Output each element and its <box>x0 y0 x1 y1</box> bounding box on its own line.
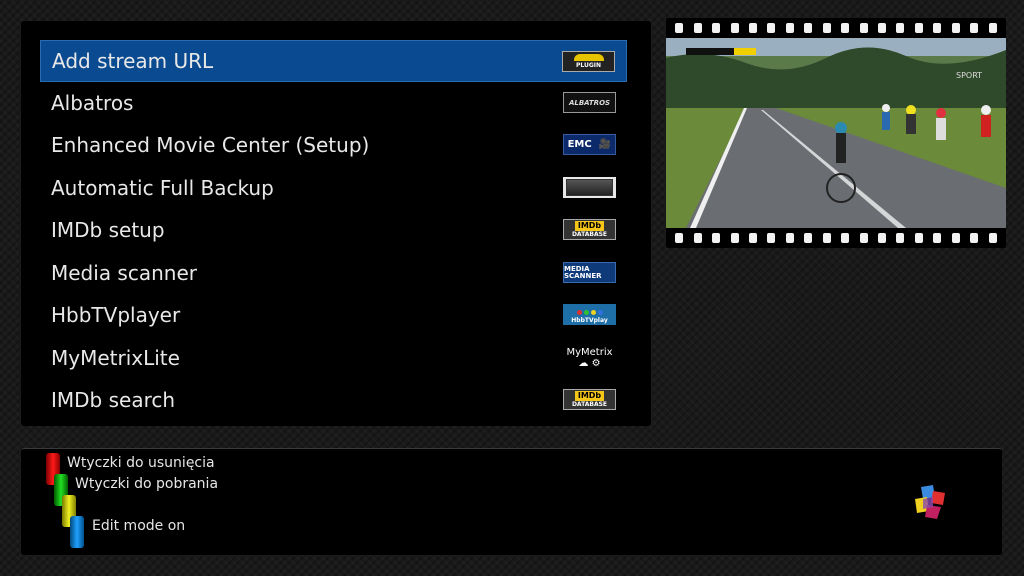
menu-item-mymetrixlite[interactable]: MyMetrixLite MyMetrix ☁ ⚙ <box>40 337 627 379</box>
live-tv-video: SPORT <box>666 38 1006 228</box>
menu-item-label: MyMetrixLite <box>51 346 180 370</box>
channel-logo: SPORT <box>956 71 982 80</box>
menu-item-automatic-full-backup[interactable]: Automatic Full Backup <box>40 167 627 209</box>
plugin-icon: PLUGIN <box>562 51 615 72</box>
menu-item-enhanced-movie-center[interactable]: Enhanced Movie Center (Setup) EMC 🎥 <box>40 124 627 166</box>
menu-item-label: IMDb search <box>51 388 176 412</box>
menu-item-label: Albatros <box>51 91 134 115</box>
media-scanner-icon: MEDIA SCANNER <box>563 262 616 283</box>
imdb-icon: IMDb DATABASE <box>563 219 616 240</box>
menu-item-imdb-search[interactable]: IMDb search IMDb DATABASE <box>40 379 627 421</box>
hdd-icon <box>563 177 616 198</box>
menu-item-media-scanner[interactable]: Media scanner MEDIA SCANNER <box>40 252 627 294</box>
blue-key-label: Edit mode on <box>92 518 186 534</box>
menu-item-hbbtvplayer[interactable]: HbbTVplayer HbbTVplay <box>40 294 627 336</box>
tv-preview-window: SPORT <box>666 18 1006 248</box>
mymetrix-icon: MyMetrix ☁ ⚙ <box>566 347 613 368</box>
film-strip-top <box>666 18 1006 38</box>
menu-item-albatros[interactable]: Albatros ALBATROS <box>40 82 627 124</box>
albatros-icon: ALBATROS <box>563 92 616 113</box>
plugin-menu-list: Add stream URL PLUGIN Albatros ALBATROS … <box>21 21 651 426</box>
menu-item-add-stream-url[interactable]: Add stream URL PLUGIN <box>40 40 627 82</box>
blue-key-icon <box>70 516 84 548</box>
menu-item-label: Enhanced Movie Center (Setup) <box>51 133 370 157</box>
color-key-legend: Wtyczki do usunięcia Wtyczki do pobrania… <box>21 448 1002 555</box>
hbbtv-icon: HbbTVplay <box>563 304 616 325</box>
menu-item-label: Add stream URL <box>52 49 214 73</box>
imdb-icon: IMDb DATABASE <box>563 389 616 410</box>
film-strip-bottom <box>666 228 1006 248</box>
emc-icon: EMC 🎥 <box>563 134 616 155</box>
menu-item-label: Media scanner <box>51 261 197 285</box>
red-key-label: Wtyczki do usunięcia <box>67 455 215 471</box>
menu-item-label: IMDb setup <box>51 218 165 242</box>
menu-item-label: Automatic Full Backup <box>51 176 274 200</box>
menu-item-label: HbbTVplayer <box>51 303 181 327</box>
openpli-logo-icon <box>915 485 945 519</box>
green-key-label: Wtyczki do pobrania <box>75 476 219 492</box>
menu-item-imdb-setup[interactable]: IMDb setup IMDb DATABASE <box>40 209 627 251</box>
